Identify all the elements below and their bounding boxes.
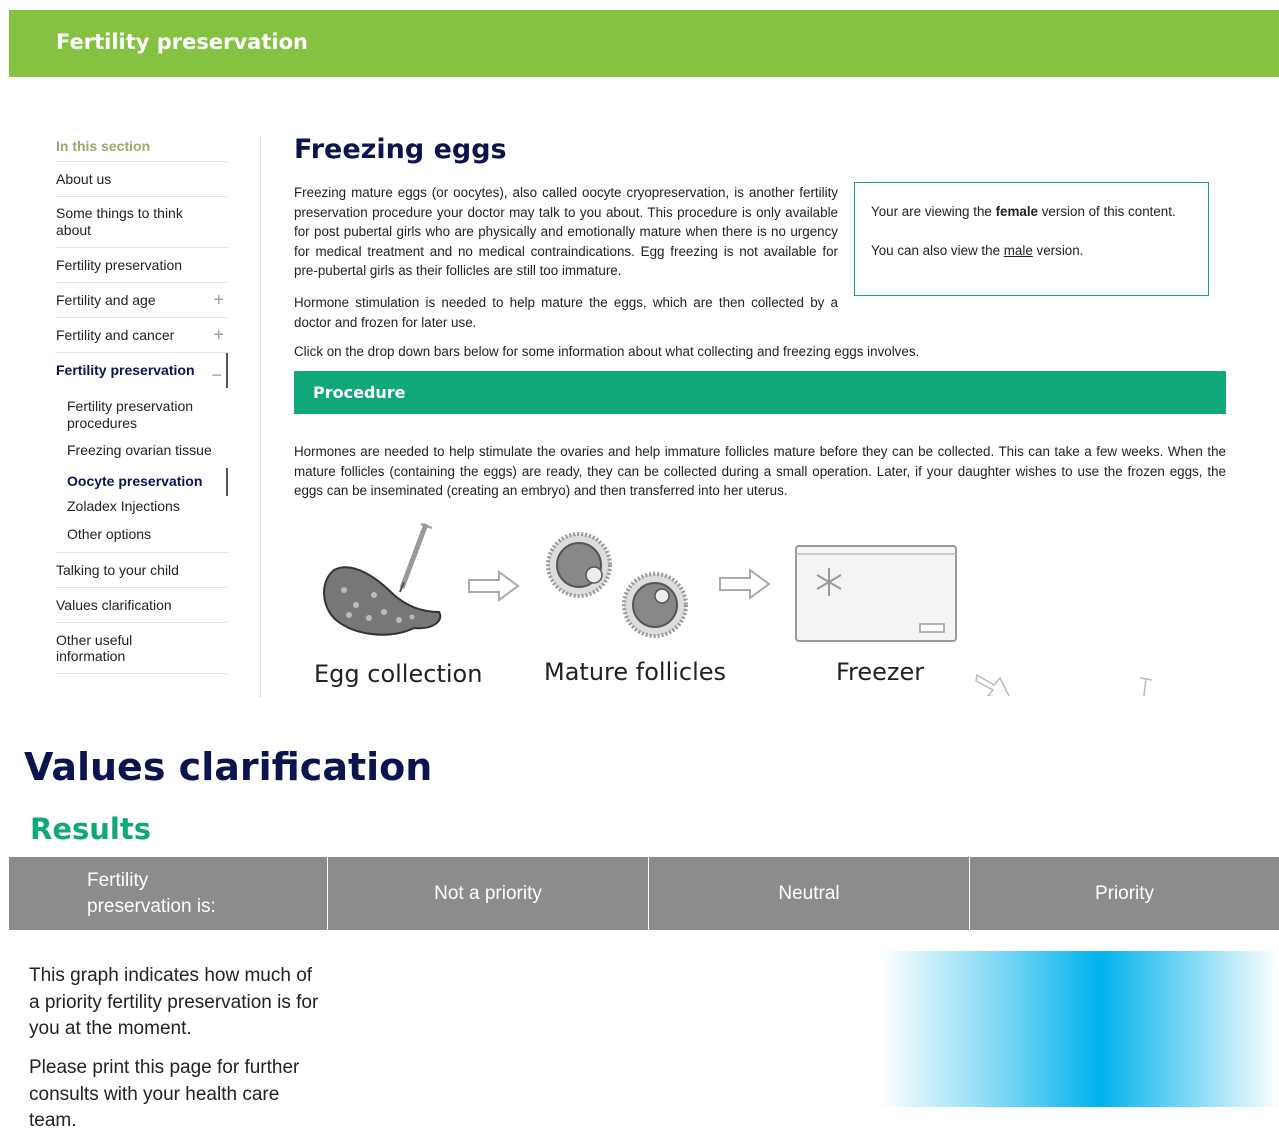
alt-version-line: You can also view the male version.	[871, 241, 1192, 261]
procedure-label: Procedure	[313, 383, 406, 402]
freezer-label: Freezer	[836, 658, 925, 686]
sidebar-subitem-label: Freezing ovarian tissue	[67, 442, 212, 458]
sidebar-item-talking-to-child[interactable]: Talking to your child	[56, 553, 228, 588]
section-sidebar: In this section About us Some things to …	[56, 133, 228, 674]
graph-description: This graph indicates how much of a prior…	[29, 965, 319, 1039]
sidebar-item-fertility-and-cancer[interactable]: Fertility and cancer +	[56, 318, 228, 353]
sidebar-subitem-oocyte-preservation[interactable]: Oocyte preservation	[56, 468, 228, 496]
page-title: Freezing eggs	[294, 134, 507, 165]
follicle-icon	[546, 532, 688, 638]
version-line: Your are viewing the female version of t…	[871, 202, 1192, 222]
results-table-header: Fertility preservation is: Not a priorit…	[9, 857, 1279, 930]
sidebar-item-about-us[interactable]: About us	[56, 162, 228, 197]
arrow-icon	[719, 568, 771, 600]
expand-plus-icon[interactable]: +	[213, 325, 224, 346]
sidebar-subitem-label: Fertility preservation procedures	[67, 398, 194, 431]
alt-version-text: You can also view the	[871, 242, 1004, 258]
section-banner: Fertility preservation	[9, 10, 1279, 77]
version-text: Your are viewing the	[871, 204, 996, 219]
sidebar-item-label: Other useful information	[56, 632, 133, 664]
collapse-minus-icon[interactable]: −	[211, 366, 222, 384]
ovary-syringe-icon	[323, 523, 442, 636]
sidebar-subitem-zoladex[interactable]: Zoladex Injections	[56, 496, 228, 524]
male-version-link[interactable]: male	[1004, 243, 1033, 258]
sidebar-item-values-clarification[interactable]: Values clarification	[56, 588, 228, 623]
banner-title: Fertility preservation	[56, 30, 308, 54]
sidebar-item-label: Talking to your child	[56, 562, 179, 578]
sidebar-item-label: Fertility and age	[56, 292, 156, 308]
sidebar-subitem-other-options[interactable]: Other options	[56, 524, 228, 544]
values-title: Values clarification	[24, 745, 433, 789]
sidebar-item-label: Fertility preservation	[56, 257, 183, 273]
table-header-not-a-priority: Not a priority	[328, 857, 649, 930]
sidebar-subitem-label: Zoladex Injections	[67, 498, 180, 514]
arrow-icon	[468, 570, 520, 602]
mature-follicles-label: Mature follicles	[544, 658, 727, 686]
sidebar-subitem-label: Oocyte preservation	[67, 473, 203, 489]
sidebar-item-label: Fertility and cancer	[56, 327, 175, 343]
egg-collection-label: Egg collection	[314, 660, 483, 688]
priority-result-bar	[880, 951, 1279, 1107]
version-text: version of this content.	[1038, 204, 1176, 219]
table-header-neutral: Neutral	[649, 857, 970, 930]
sidebar-heading: In this section	[56, 133, 228, 162]
sidebar-item-label: About us	[56, 171, 112, 187]
arrow-icon	[975, 673, 1010, 696]
freezer-icon	[795, 545, 957, 642]
sidebar-subitem-label: Other options	[67, 526, 152, 542]
results-title: Results	[30, 812, 151, 846]
procedure-illustration: Egg collection Mature follicles Freezer	[294, 520, 1226, 696]
version-current: female	[995, 204, 1038, 219]
table-header-priority: Priority	[1094, 882, 1155, 904]
sidebar-item-things-to-think[interactable]: Some things to think about	[56, 197, 228, 248]
sidebar-item-label: Values clarification	[56, 597, 172, 613]
table-header-line: preservation is:	[87, 895, 216, 917]
hormone-paragraph: Hormone stimulation is needed to help ma…	[294, 295, 838, 330]
sidebar-item-fertility-preservation-active[interactable]: Fertility preservation −	[56, 353, 228, 388]
sidebar-item-fertility-and-age[interactable]: Fertility and age +	[56, 283, 228, 318]
table-header-label: Fertility preservation is:	[9, 857, 328, 930]
print-instruction: Please print this page for further consu…	[29, 1057, 300, 1131]
sidebar-item-other-information[interactable]: Other useful information	[56, 623, 228, 674]
sidebar-item-fertility-preservation[interactable]: Fertility preservation	[56, 248, 228, 283]
sidebar-subitem-ovarian-tissue[interactable]: Freezing ovarian tissue	[56, 440, 228, 468]
expand-plus-icon[interactable]: +	[213, 290, 224, 311]
sidebar-item-label: Fertility preservation	[56, 362, 195, 378]
procedure-text: Hormones are needed to help stimulate th…	[294, 444, 1226, 498]
procedure-accordion-bar[interactable]: Procedure	[294, 371, 1226, 414]
alt-version-text: version.	[1032, 242, 1084, 258]
table-header-line: Fertility	[87, 869, 149, 891]
sidebar-divider	[260, 137, 261, 697]
instruction-paragraph: Click on the drop down bars below for so…	[294, 344, 920, 359]
version-infobox: Your are viewing the female version of t…	[854, 182, 1209, 296]
sidebar-item-label: Some things to think about	[56, 205, 183, 238]
intro-paragraph: Freezing mature eggs (or oocytes), also …	[294, 185, 838, 278]
sidebar-subitem-procedures[interactable]: Fertility preservation procedures	[56, 398, 228, 440]
